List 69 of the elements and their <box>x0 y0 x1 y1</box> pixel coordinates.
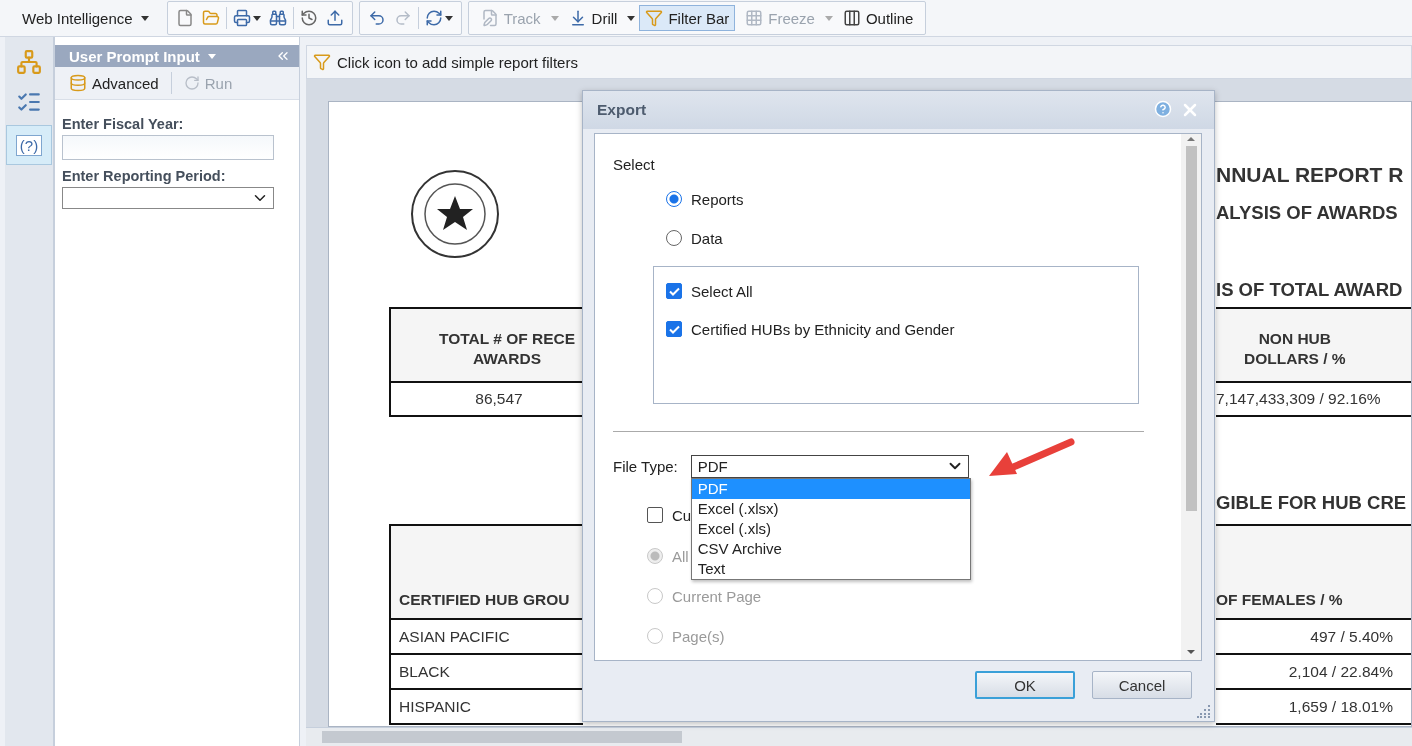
caret-icon <box>444 15 453 21</box>
checkbox-option[interactable]: Certified HUBs by Ethnicity and Gender <box>666 317 955 341</box>
dropdown-option[interactable]: Excel (.xlsx) <box>691 498 970 519</box>
table-cell: BLACK <box>389 655 583 690</box>
tree-icon <box>16 49 42 75</box>
undo-icon <box>367 9 386 27</box>
table-header-cell: NON HUB DOLLARS / % <box>1216 307 1411 383</box>
radio-button[interactable] <box>666 191 682 207</box>
document-pen-icon <box>480 9 499 27</box>
toolbar-button[interactable]: Drill <box>562 5 624 31</box>
database-icon <box>69 74 87 92</box>
report-subtitle: ALYSIS OF AWARDS <box>1216 202 1399 224</box>
toolbar-button[interactable]: Outline <box>836 5 920 31</box>
refresh-icon <box>183 75 200 91</box>
caret-icon <box>140 15 149 21</box>
clock-icon <box>299 9 318 27</box>
dropdown-option[interactable]: Text <box>691 558 970 579</box>
toolbar-button[interactable]: Filter Bar <box>639 5 736 31</box>
dropdown-option[interactable]: Excel (.xls) <box>691 518 970 539</box>
folder-icon <box>201 9 220 27</box>
radio-option[interactable]: Data <box>666 226 723 250</box>
checkbox-option[interactable]: Select All <box>666 279 753 303</box>
binoculars-icon <box>268 9 287 27</box>
upload-icon <box>325 9 344 27</box>
dialog-title: Export <box>597 101 647 119</box>
document-icon <box>175 9 194 27</box>
dialog-button[interactable]: Cancel <box>1092 671 1192 699</box>
radio-option[interactable]: Reports <box>666 187 744 211</box>
help-icon[interactable] <box>1154 100 1172 118</box>
app-menu[interactable]: Web Intelligence <box>16 5 155 31</box>
section-label: Select <box>613 156 656 174</box>
prompt-label: Enter Fiscal Year: <box>62 116 185 132</box>
caret-icon <box>207 53 216 59</box>
prompt-label: Enter Reporting Period: <box>62 168 227 184</box>
report-title: NNUAL REPORT R <box>1216 162 1405 187</box>
section-heading: GIBLE FOR HUB CRE <box>1216 492 1408 514</box>
grid-icon <box>745 9 764 27</box>
dialog-button[interactable]: OK <box>975 671 1075 699</box>
section-heading: IS OF TOTAL AWARD <box>1216 278 1404 301</box>
resize-grip-icon[interactable] <box>1197 704 1211 718</box>
checkbox[interactable] <box>666 321 682 337</box>
panel-action-button[interactable]: Advanced <box>63 70 165 96</box>
checkbox[interactable] <box>666 283 682 299</box>
table-cell: HISPANIC <box>389 690 583 725</box>
file-type-label: File Type: <box>613 457 678 475</box>
funnel-icon[interactable] <box>313 53 331 71</box>
panel-header: User Prompt Input <box>55 45 299 67</box>
table-cell: ASIAN PACIFIC <box>389 620 583 655</box>
funnel-icon <box>645 9 664 27</box>
vertical-scrollbar[interactable] <box>1181 134 1201 660</box>
table-cell: 86,547 <box>389 383 583 417</box>
refresh-icon <box>424 9 443 27</box>
columns-icon <box>842 9 861 27</box>
rail-tab[interactable]: (?) <box>6 125 52 165</box>
checkbox-option[interactable]: Cu <box>647 503 692 527</box>
horizontal-scrollbar[interactable] <box>306 727 1412 746</box>
dropdown-option[interactable]: CSV Archive <box>691 538 970 559</box>
filter-hint: Click icon to add simple report filters <box>337 53 578 71</box>
scroll-up-icon[interactable] <box>1187 134 1195 144</box>
caret-icon <box>252 15 261 21</box>
table-header-cell: TOTAL # OF RECE AWARDS <box>389 307 583 383</box>
checkbox[interactable] <box>647 507 663 523</box>
dropdown-field[interactable] <box>62 187 274 209</box>
input-field[interactable] <box>62 135 274 160</box>
redo-icon <box>393 9 412 27</box>
printer-icon <box>232 9 251 27</box>
radio-button[interactable] <box>666 230 682 246</box>
table-header-cell: CERTIFIED HUB GROU <box>389 524 583 620</box>
table-header-cell: OF FEMALES / % <box>1216 524 1411 620</box>
